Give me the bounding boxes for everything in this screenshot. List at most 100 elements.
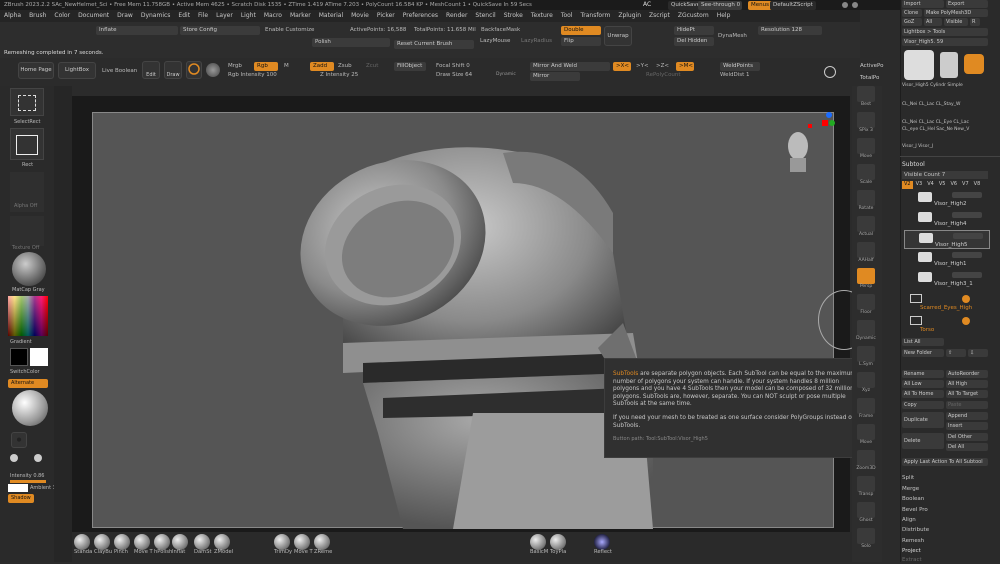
copy-button[interactable]: Copy [902, 401, 944, 409]
live-boolean-button[interactable]: Live Boolean [102, 67, 137, 75]
polish-slider[interactable]: Polish [312, 38, 390, 47]
document-frame[interactable] [92, 112, 835, 529]
menu-stroke[interactable]: Stroke [500, 10, 527, 22]
v-tab[interactable]: V7 [960, 181, 971, 189]
shadow-button[interactable]: Shadow [8, 494, 34, 503]
zsub-button[interactable]: Zsub [338, 62, 352, 70]
rename-button[interactable]: Rename [902, 370, 944, 378]
rgb-intensity-slider[interactable]: Rgb Intensity 100 [228, 71, 277, 79]
reset-brush-button[interactable]: Reset Current Brush [394, 40, 474, 49]
goz-button[interactable]: GoZ [902, 18, 922, 26]
lightbox-button[interactable]: LightBox [58, 62, 96, 79]
subtool-row[interactable]: Visor_High2 [904, 190, 990, 209]
align-section[interactable]: Align [902, 516, 916, 524]
enable-customize-button[interactable]: Enable Customize [265, 26, 314, 34]
tool-thumb-simple[interactable] [964, 54, 984, 74]
shelf-persp-icon[interactable] [857, 268, 875, 284]
shelf-actual-icon[interactable] [857, 216, 875, 232]
autoreorder-button[interactable]: AutoReorder [946, 370, 988, 378]
v-tab[interactable]: V3 [914, 181, 925, 189]
del-all-button[interactable]: Del All [946, 443, 988, 451]
subtool-row[interactable]: Visor_High3_1 [904, 270, 990, 289]
subtool-row[interactable]: Visor_High4 [904, 210, 990, 229]
duplicate-button[interactable]: Duplicate [902, 412, 944, 428]
m-button[interactable]: M [284, 62, 289, 70]
menu-brush[interactable]: Brush [25, 10, 50, 22]
subtool-visibility-icon[interactable] [952, 272, 982, 278]
brush-damst-icon[interactable] [194, 534, 210, 550]
shelf-spix-3-icon[interactable] [857, 112, 875, 128]
menu-zgcustom[interactable]: ZGcustom [674, 10, 713, 22]
current-tool-slider[interactable]: Visor_High5. 59 [902, 38, 988, 46]
shelf-floor-icon[interactable] [857, 294, 875, 310]
shelf-aahalf-icon[interactable] [857, 242, 875, 258]
double-button[interactable]: Double [561, 26, 601, 35]
light-preview-sphere[interactable] [12, 390, 48, 426]
v-tab[interactable]: V2 [902, 181, 913, 189]
shelf-l-sym-icon[interactable] [857, 346, 875, 362]
brush-zreme-icon[interactable] [314, 534, 330, 550]
extract-section[interactable]: Extract [902, 556, 922, 564]
refresh-icon[interactable] [824, 66, 836, 78]
all-to-home-button[interactable]: All To Home [902, 390, 944, 398]
brush-claybu-icon[interactable] [94, 534, 110, 550]
zadd-button[interactable]: Zadd [310, 62, 334, 71]
draw-button[interactable]: Draw [164, 61, 182, 79]
all-to-target-button[interactable]: All To Target [946, 390, 988, 398]
resolution-slider[interactable]: Resolution 128 [758, 26, 822, 35]
menu-edit[interactable]: Edit [174, 10, 194, 22]
welddist-slider[interactable]: WeldDist 1 [720, 71, 750, 79]
r-button[interactable]: R [970, 18, 980, 26]
shelf-move-icon[interactable] [857, 138, 875, 154]
import-button[interactable]: Import [902, 0, 944, 8]
project-section[interactable]: Project [902, 547, 921, 555]
subtool-visibility-icon[interactable] [953, 233, 983, 239]
remesh-section[interactable]: Remesh [902, 537, 924, 545]
clone-button[interactable]: Clone [902, 9, 922, 17]
brush-toypla-icon[interactable] [550, 534, 566, 550]
subtool-visibility-icon[interactable] [952, 252, 982, 258]
axis-icon[interactable] [822, 112, 836, 126]
shelf-frame-icon[interactable] [857, 398, 875, 414]
mirror-weld-button[interactable]: Mirror And Weld [530, 62, 610, 71]
gear-icon[interactable] [962, 295, 970, 303]
brush-standa-icon[interactable] [74, 534, 90, 550]
mirror-m-button[interactable]: >M< [676, 62, 694, 71]
apply-last-action-button[interactable]: Apply Last Action To All Subtool [902, 458, 988, 466]
primary-color-swatch[interactable] [30, 348, 48, 366]
rgb-button[interactable]: Rgb [254, 62, 278, 71]
default-zscript-button[interactable]: DefaultZScript [770, 1, 816, 10]
brush-basicm-icon[interactable] [530, 534, 546, 550]
brush-reflect-icon[interactable] [594, 534, 610, 550]
scale-mode-icon[interactable] [206, 63, 220, 77]
list-all-button[interactable]: List All [902, 338, 944, 346]
select-rect-icon[interactable] [10, 88, 44, 116]
visible-button[interactable]: Visible [944, 18, 968, 26]
menu-zplugin[interactable]: Zplugin [614, 10, 645, 22]
lazyradius-slider[interactable]: LazyRadius [521, 37, 552, 45]
folder-icon[interactable] [910, 316, 922, 325]
rect-icon[interactable] [10, 128, 44, 160]
shelf-ghost-icon[interactable] [857, 502, 875, 518]
all-low-button[interactable]: All Low [902, 380, 944, 388]
menu-layer[interactable]: Layer [212, 10, 237, 22]
subtool-header[interactable]: Subtool [902, 161, 925, 169]
store-config-button[interactable]: Store Config [180, 26, 260, 35]
helmet-mesh[interactable] [93, 113, 835, 529]
home-page-button[interactable]: Home Page [18, 62, 54, 79]
menu-light[interactable]: Light [237, 10, 260, 22]
inflate-slider[interactable]: Inflate [96, 26, 178, 35]
boolean-section[interactable]: Boolean [902, 495, 924, 503]
lazymouse-button[interactable]: LazyMouse [480, 37, 510, 45]
window-minimize-icon[interactable] [842, 2, 848, 8]
repolycount-slider[interactable]: RePolyCount [646, 71, 681, 79]
secondary-color-swatch[interactable] [10, 348, 28, 366]
v-tab[interactable]: V6 [948, 181, 959, 189]
v-tab[interactable]: V8 [972, 181, 983, 189]
window-maximize-icon[interactable] [852, 2, 858, 8]
brush-move-t-icon[interactable] [294, 534, 310, 550]
menu-material[interactable]: Material [315, 10, 347, 22]
unwrap-button[interactable]: Unwrap [604, 26, 632, 46]
menus-toggle[interactable]: Menus [748, 1, 772, 10]
menu-texture[interactable]: Texture [527, 10, 557, 22]
